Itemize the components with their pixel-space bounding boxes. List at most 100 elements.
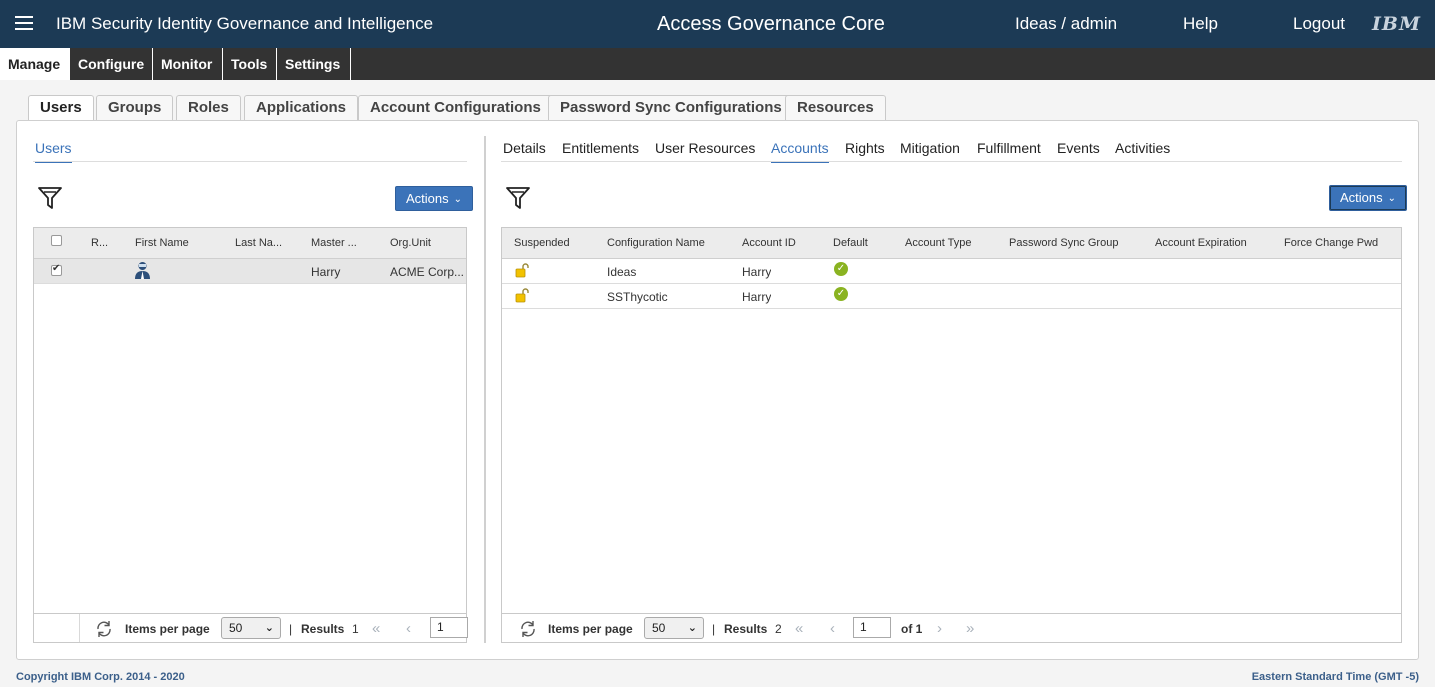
items-per-page-label: Items per page xyxy=(548,622,633,636)
first-page-icon[interactable]: « xyxy=(372,620,380,637)
table-row[interactable]: Ideas Harry ✓ xyxy=(502,259,1401,284)
menu-tools[interactable]: Tools xyxy=(223,48,277,80)
results-label: Results xyxy=(724,622,768,636)
top-header: IBM Security Identity Governance and Int… xyxy=(0,0,1435,48)
table-row[interactable]: SSThycotic Harry ✓ xyxy=(502,284,1401,309)
user-avatar-icon xyxy=(135,262,150,279)
subtab-rights[interactable]: Rights xyxy=(845,140,885,161)
subtab-fulfillment[interactable]: Fulfillment xyxy=(977,140,1041,161)
footer-pipe: | xyxy=(289,622,293,636)
results-count: 2 xyxy=(775,622,782,636)
column-header-org-unit[interactable]: Org.Unit xyxy=(390,237,460,249)
check-circle-icon: ✓ xyxy=(834,262,848,276)
subtab-events[interactable]: Events xyxy=(1057,140,1100,161)
column-header-last-name[interactable]: Last Na... xyxy=(235,237,295,249)
right-tab-divider xyxy=(501,161,1402,162)
users-grid-header: R... First Name Last Na... Master ... Or… xyxy=(34,228,466,259)
page-number-input[interactable]: 1 xyxy=(430,617,468,638)
first-page-icon[interactable]: « xyxy=(795,620,803,637)
actions-label: Actions xyxy=(1340,190,1383,205)
left-tab-divider xyxy=(33,161,467,162)
accounts-grid: Suspended Configuration Name Account ID … xyxy=(501,227,1402,643)
footer-pipe: | xyxy=(712,622,716,636)
left-subtab-users[interactable]: Users xyxy=(35,140,72,163)
column-header-master[interactable]: Master ... xyxy=(311,237,371,249)
column-header-account-type[interactable]: Account Type xyxy=(905,237,971,249)
column-header-first-name[interactable]: First Name xyxy=(135,237,225,249)
help-link[interactable]: Help xyxy=(1183,14,1218,34)
chevron-down-icon: ⌄ xyxy=(1387,193,1397,204)
accounts-grid-footer: Items per page 50 ⌄ | Results 2 « ‹ 1 of … xyxy=(502,613,1401,642)
users-grid: R... First Name Last Na... Master ... Or… xyxy=(33,227,468,643)
tab-applications[interactable]: Applications xyxy=(244,95,359,120)
column-header-configuration-name[interactable]: Configuration Name xyxy=(607,237,705,249)
column-header-password-sync-group[interactable]: Password Sync Group xyxy=(1009,237,1118,249)
menu-settings[interactable]: Settings xyxy=(277,48,351,80)
copyright-text: Copyright IBM Corp. 2014 - 2020 xyxy=(16,671,185,683)
user-menu-link[interactable]: Ideas / admin xyxy=(1015,14,1117,34)
tab-roles[interactable]: Roles xyxy=(176,95,241,120)
tab-groups[interactable]: Groups xyxy=(96,95,174,120)
logout-link[interactable]: Logout xyxy=(1293,14,1345,34)
cell-account-id: Harry xyxy=(742,265,772,279)
subtab-user-resources[interactable]: User Resources xyxy=(655,140,755,161)
column-header-account-expiration[interactable]: Account Expiration xyxy=(1155,237,1247,249)
main-menu-bar: Manage Configure Monitor Tools Settings xyxy=(0,48,1435,80)
cell-org-unit: ACME Corp... xyxy=(390,265,465,279)
filter-icon[interactable] xyxy=(506,186,530,210)
select-all-checkbox[interactable] xyxy=(51,235,62,246)
subtab-details[interactable]: Details xyxy=(503,140,546,161)
items-per-page-value: 50 xyxy=(229,621,243,635)
column-header-suspended[interactable]: Suspended xyxy=(514,237,570,249)
timezone-text: Eastern Standard Time (GMT -5) xyxy=(1251,671,1419,683)
chevron-down-icon: ⌄ xyxy=(264,622,274,634)
ibm-logo: IBM xyxy=(1372,13,1421,35)
column-header-account-id[interactable]: Account ID xyxy=(742,237,796,249)
column-header-force-change-pwd[interactable]: Force Change Pwd xyxy=(1284,237,1378,249)
column-header-r[interactable]: R... xyxy=(91,237,117,249)
chevron-down-icon: ⌄ xyxy=(687,622,697,634)
cell-account-id: Harry xyxy=(742,290,772,304)
refresh-icon[interactable] xyxy=(95,620,113,638)
pane-divider[interactable] xyxy=(484,136,486,643)
subtab-mitigation[interactable]: Mitigation xyxy=(900,140,960,161)
unlocked-icon xyxy=(515,263,529,278)
footer-separator xyxy=(79,614,80,642)
page-count-label: of 1 xyxy=(901,622,923,636)
table-row[interactable]: Harry ACME Corp... xyxy=(34,259,466,284)
refresh-icon[interactable] xyxy=(519,620,537,638)
menu-manage[interactable]: Manage xyxy=(0,48,70,80)
users-grid-footer: Items per page 50 ⌄ | Results 1 « ‹ 1 xyxy=(34,613,468,642)
actions-label: Actions xyxy=(406,191,449,206)
unlocked-icon xyxy=(515,288,529,303)
tab-users[interactable]: Users xyxy=(28,95,94,121)
cell-master: Harry xyxy=(311,265,341,279)
previous-page-icon[interactable]: ‹ xyxy=(830,620,835,637)
subtab-activities[interactable]: Activities xyxy=(1115,140,1170,161)
hamburger-menu-icon[interactable] xyxy=(15,16,33,30)
filter-icon[interactable] xyxy=(38,186,62,210)
left-actions-button[interactable]: Actions ⌄ xyxy=(395,186,474,211)
items-per-page-label: Items per page xyxy=(125,622,210,636)
page-number-input[interactable]: 1 xyxy=(853,617,891,638)
subtab-entitlements[interactable]: Entitlements xyxy=(562,140,639,161)
previous-page-icon[interactable]: ‹ xyxy=(406,620,411,637)
accounts-grid-header: Suspended Configuration Name Account ID … xyxy=(502,228,1401,259)
row-checkbox[interactable] xyxy=(51,263,62,276)
items-per-page-select[interactable]: 50 ⌄ xyxy=(221,617,281,639)
menu-configure[interactable]: Configure xyxy=(70,48,153,80)
column-header-default[interactable]: Default xyxy=(833,237,868,249)
menu-monitor[interactable]: Monitor xyxy=(153,48,223,80)
subtab-accounts[interactable]: Accounts xyxy=(771,140,829,163)
chevron-down-icon: ⌄ xyxy=(453,194,463,205)
tab-resources[interactable]: Resources xyxy=(785,95,886,120)
last-page-icon[interactable]: » xyxy=(966,620,974,637)
right-actions-button[interactable]: Actions ⌄ xyxy=(1329,185,1408,211)
cell-configuration-name: SSThycotic xyxy=(607,290,668,304)
tab-account-configurations[interactable]: Account Configurations xyxy=(358,95,553,120)
tab-password-sync-configurations[interactable]: Password Sync Configurations xyxy=(548,95,794,120)
results-count: 1 xyxy=(352,622,359,636)
app-title: Access Governance Core xyxy=(657,13,885,35)
next-page-icon[interactable]: › xyxy=(937,620,942,637)
items-per-page-select[interactable]: 50 ⌄ xyxy=(644,617,704,639)
